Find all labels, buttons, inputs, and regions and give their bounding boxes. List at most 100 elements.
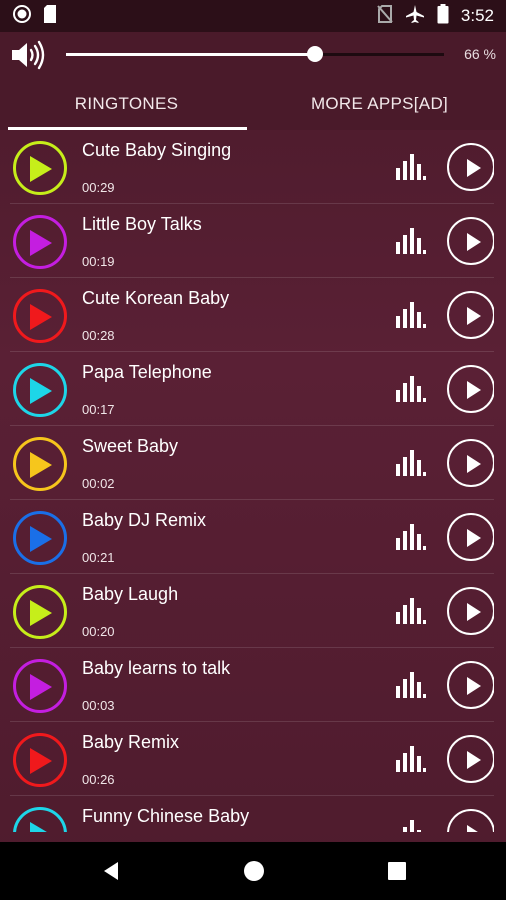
play-button[interactable] bbox=[447, 809, 494, 832]
play-triangle-icon bbox=[30, 600, 52, 626]
play-icon bbox=[467, 307, 481, 325]
play-icon bbox=[467, 825, 478, 832]
tab-more-apps[interactable]: MORE APPS[AD] bbox=[253, 78, 506, 130]
play-icon bbox=[467, 603, 481, 621]
play-triangle-icon bbox=[30, 452, 52, 478]
ringtone-duration: 00:03 bbox=[82, 698, 115, 713]
equalizer-icon[interactable] bbox=[395, 597, 427, 630]
ringtone-duration: 00:20 bbox=[82, 624, 115, 639]
volume-slider-thumb[interactable] bbox=[307, 46, 324, 62]
play-button[interactable] bbox=[447, 439, 494, 487]
back-icon[interactable] bbox=[100, 860, 122, 887]
play-triangle-icon bbox=[30, 674, 52, 700]
equalizer-icon[interactable] bbox=[395, 745, 427, 778]
ringtone-row[interactable]: Cute Baby Singing 00:29 bbox=[10, 130, 494, 204]
tab-ringtones[interactable]: RINGTONES bbox=[0, 78, 253, 130]
play-triangle-icon bbox=[30, 378, 52, 404]
play-button[interactable] bbox=[447, 513, 494, 561]
play-triangle-icon bbox=[30, 822, 47, 832]
ringtone-row[interactable]: Little Boy Talks 00:19 bbox=[10, 204, 494, 278]
app-screen: 3:52 66 % RINGTONES MORE APPS[AD] Cute B… bbox=[0, 0, 506, 900]
speaker-volume-icon[interactable] bbox=[10, 40, 46, 70]
ringtone-duration: 00:29 bbox=[82, 180, 115, 195]
ringtone-list: Cute Baby Singing 00:29 Little Boy Talks 00… bbox=[10, 130, 494, 832]
ringtone-row[interactable]: Papa Telephone 00:17 bbox=[10, 352, 494, 426]
equalizer-icon[interactable] bbox=[395, 819, 427, 832]
play-button[interactable] bbox=[447, 143, 494, 191]
play-triangle-icon bbox=[30, 304, 52, 330]
ringtone-play-icon[interactable] bbox=[13, 511, 67, 565]
play-button[interactable] bbox=[447, 735, 494, 783]
ringtone-duration: 00:21 bbox=[82, 550, 115, 565]
ringtone-row[interactable]: Sweet Baby 00:02 bbox=[10, 426, 494, 500]
ringtone-play-icon[interactable] bbox=[13, 585, 67, 639]
no-sim-icon bbox=[377, 4, 393, 29]
battery-icon bbox=[437, 3, 449, 29]
play-triangle-icon bbox=[30, 230, 52, 256]
ringtone-play-icon[interactable] bbox=[13, 659, 67, 713]
ringtone-play-icon[interactable] bbox=[13, 215, 67, 269]
ringtone-duration: 00:17 bbox=[82, 402, 115, 417]
play-icon bbox=[467, 381, 481, 399]
equalizer-icon[interactable] bbox=[395, 153, 427, 186]
ringtone-play-icon[interactable] bbox=[13, 363, 67, 417]
status-bar: 3:52 bbox=[0, 0, 506, 32]
ringtone-title: Papa Telephone bbox=[82, 362, 212, 382]
sd-card-icon bbox=[42, 4, 58, 29]
play-button[interactable] bbox=[447, 365, 494, 413]
ringtone-title: Baby Laugh bbox=[82, 584, 179, 604]
ringtone-row[interactable]: Baby DJ Remix 00:21 bbox=[10, 500, 494, 574]
play-icon bbox=[467, 233, 481, 251]
ringtone-title: Little Boy Talks bbox=[82, 214, 202, 234]
play-triangle-icon bbox=[30, 748, 52, 774]
play-icon bbox=[467, 455, 481, 473]
ringtone-title: Funny Chinese Baby bbox=[82, 806, 250, 826]
ringtone-title: Baby learns to talk bbox=[82, 658, 231, 678]
volume-slider-fill bbox=[66, 53, 316, 56]
play-icon bbox=[467, 677, 481, 695]
record-icon bbox=[12, 4, 32, 29]
volume-bar: 66 % bbox=[0, 32, 506, 78]
play-icon bbox=[467, 751, 481, 769]
equalizer-icon[interactable] bbox=[395, 671, 427, 704]
play-triangle-icon bbox=[30, 526, 52, 552]
play-icon bbox=[467, 529, 481, 547]
ringtone-play-icon[interactable] bbox=[13, 807, 67, 832]
equalizer-icon[interactable] bbox=[395, 449, 427, 482]
equalizer-icon[interactable] bbox=[395, 523, 427, 556]
equalizer-icon[interactable] bbox=[395, 301, 427, 334]
play-icon bbox=[467, 159, 481, 177]
play-triangle-icon bbox=[30, 156, 52, 182]
ringtone-title: Cute Baby Singing bbox=[82, 140, 232, 160]
navigation-bar bbox=[0, 842, 506, 900]
ringtone-row[interactable]: Baby Remix 00:26 bbox=[10, 722, 494, 796]
ringtone-play-icon[interactable] bbox=[13, 141, 67, 195]
volume-slider[interactable] bbox=[66, 46, 444, 62]
home-icon[interactable] bbox=[243, 860, 265, 887]
equalizer-icon[interactable] bbox=[395, 375, 427, 408]
tab-bar: RINGTONES MORE APPS[AD] bbox=[0, 78, 506, 130]
status-time: 3:52 bbox=[460, 6, 494, 25]
airplane-icon bbox=[405, 4, 425, 29]
ringtone-row[interactable]: Baby Laugh 00:20 bbox=[10, 574, 494, 648]
ringtone-row[interactable]: Baby learns to talk 00:03 bbox=[10, 648, 494, 722]
play-button[interactable] bbox=[447, 587, 494, 635]
ringtone-play-icon[interactable] bbox=[13, 733, 67, 787]
recents-icon[interactable] bbox=[386, 860, 408, 887]
ringtone-play-icon[interactable] bbox=[13, 289, 67, 343]
ringtone-duration: 00:02 bbox=[82, 476, 115, 491]
ringtone-title: Sweet Baby bbox=[82, 436, 179, 456]
ringtone-row[interactable]: Funny Chinese Baby bbox=[10, 796, 494, 832]
ringtone-duration: 00:28 bbox=[82, 328, 115, 343]
ringtone-duration: 00:26 bbox=[82, 772, 115, 787]
play-button[interactable] bbox=[447, 291, 494, 339]
ringtone-title: Cute Korean Baby bbox=[82, 288, 230, 308]
play-button[interactable] bbox=[447, 217, 494, 265]
volume-percent: 66 % bbox=[464, 46, 496, 62]
ringtone-title: Baby Remix bbox=[82, 732, 180, 752]
ringtone-row[interactable]: Cute Korean Baby 00:28 bbox=[10, 278, 494, 352]
ringtone-play-icon[interactable] bbox=[13, 437, 67, 491]
equalizer-icon[interactable] bbox=[395, 227, 427, 260]
ringtone-duration: 00:19 bbox=[82, 254, 115, 269]
play-button[interactable] bbox=[447, 661, 494, 709]
